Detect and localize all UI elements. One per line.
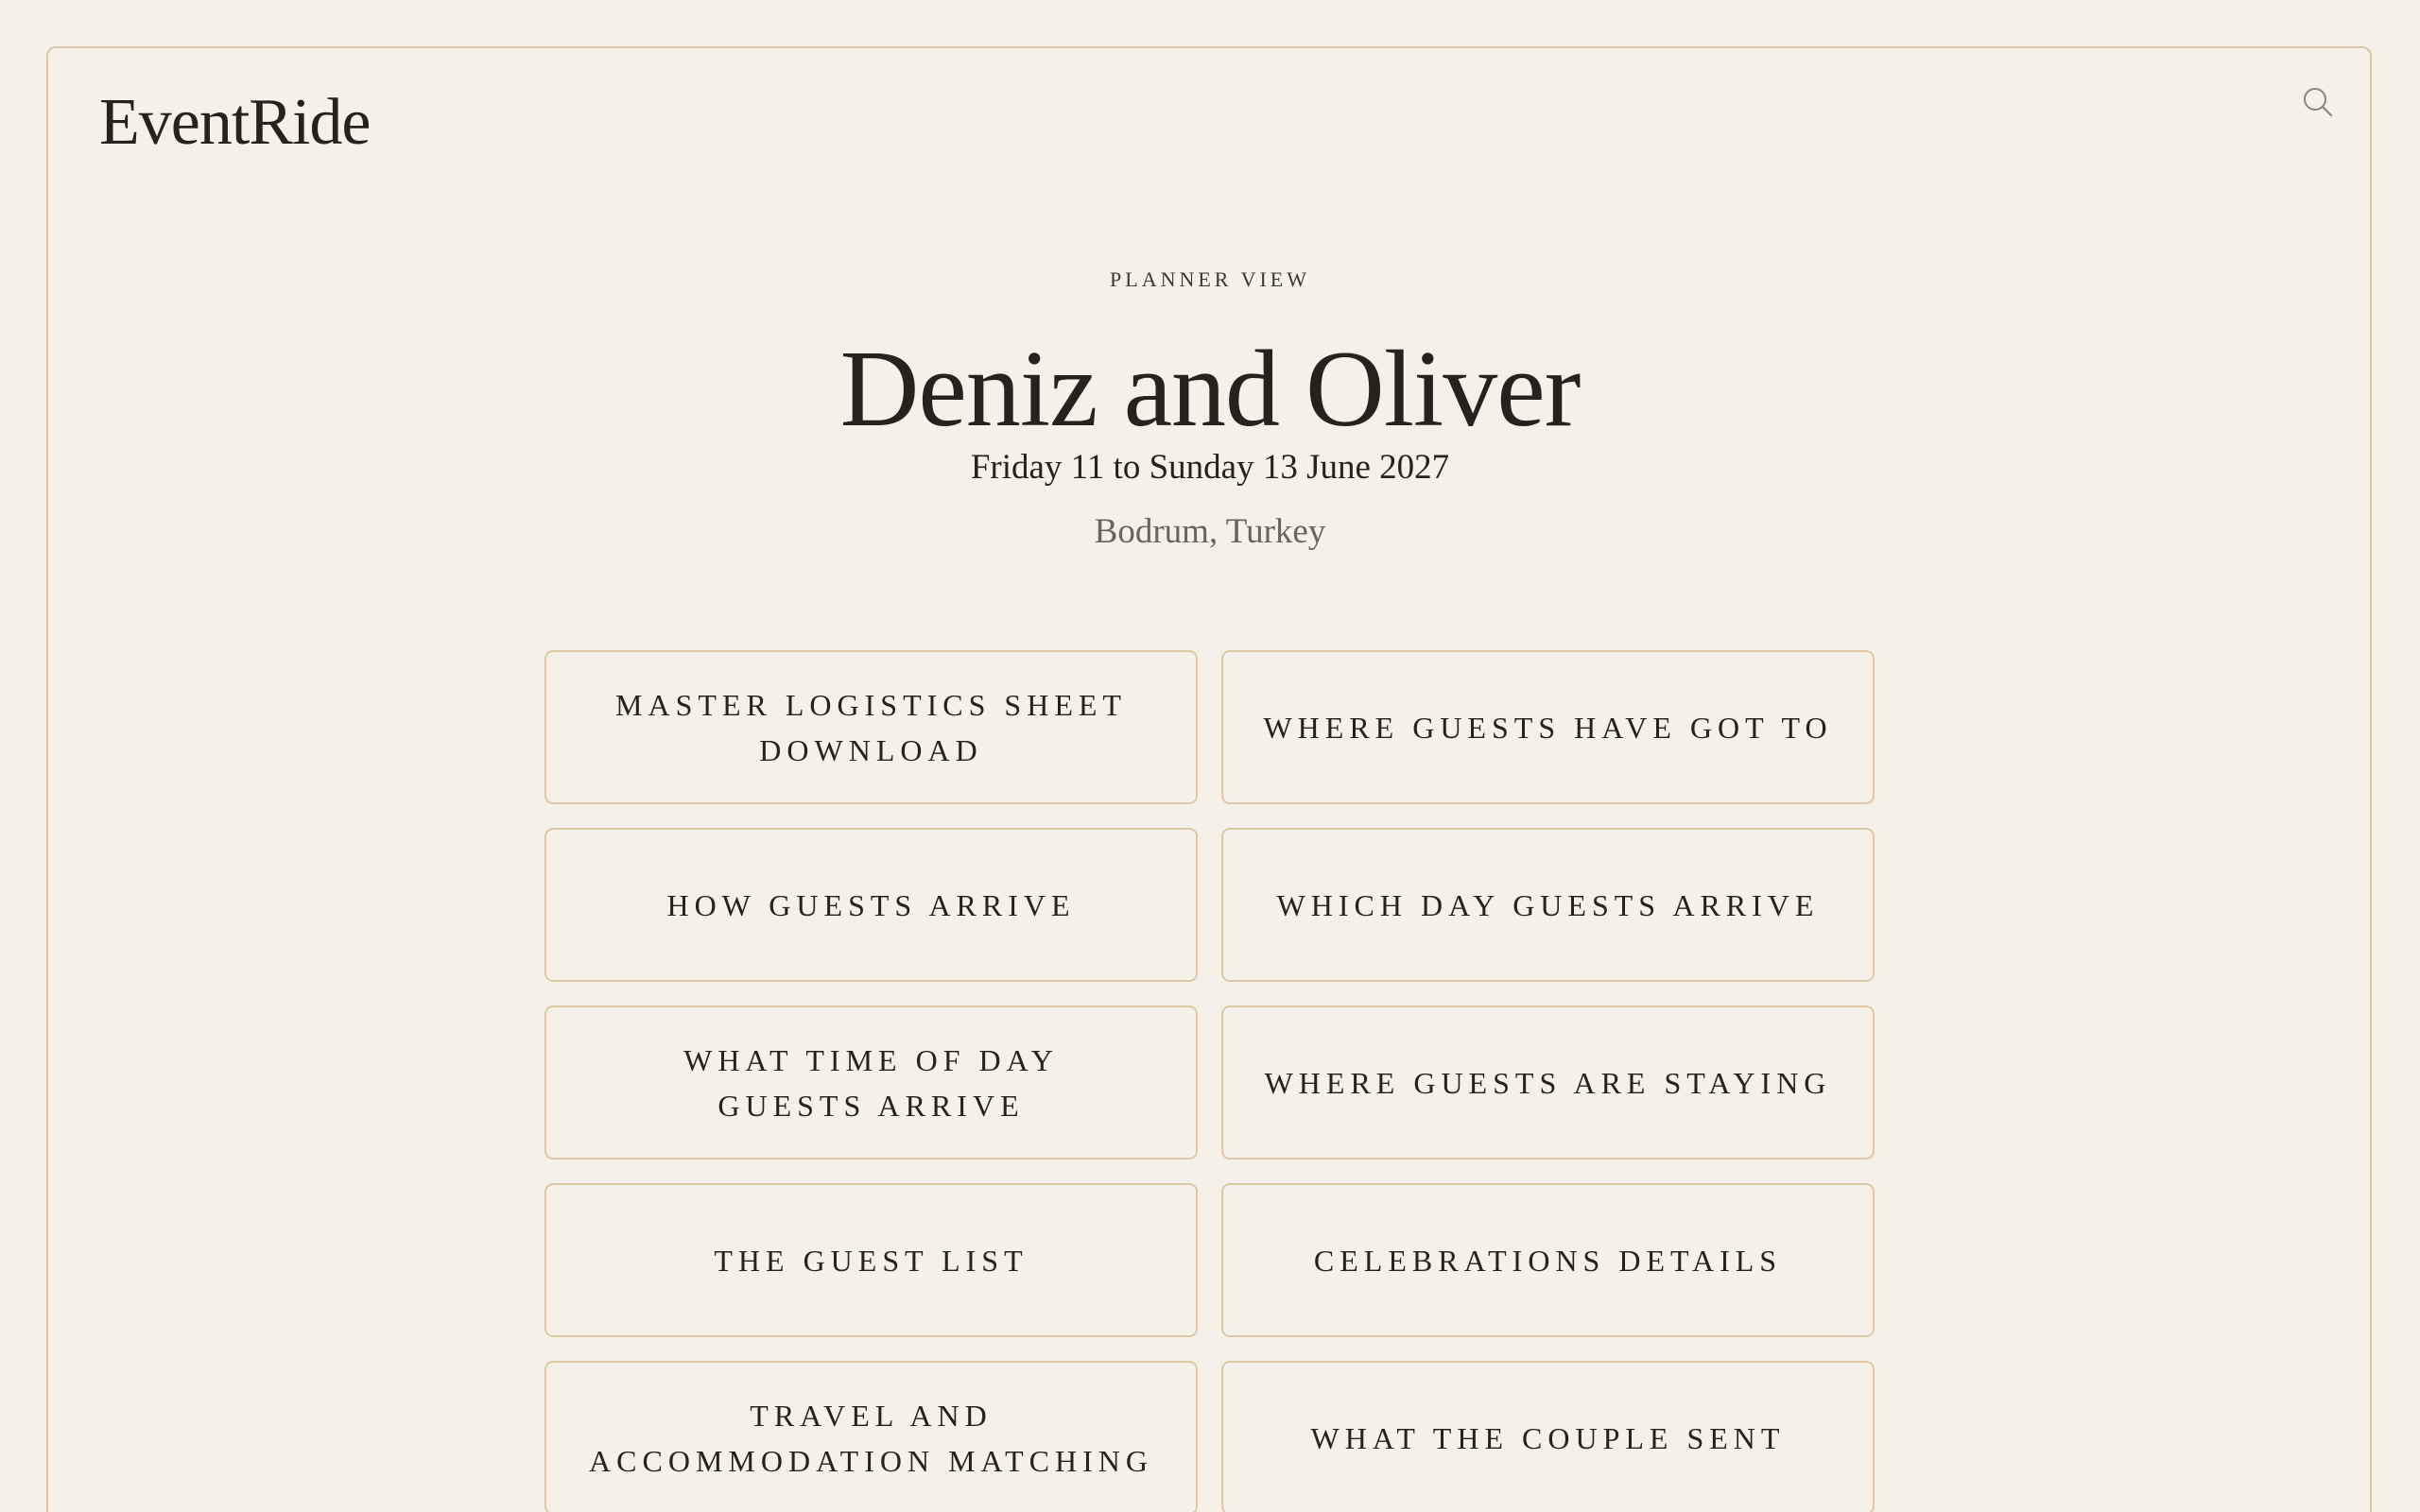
tile-label: CELEBRATIONS DETAILS: [1313, 1243, 1783, 1278]
tile-label: WHERE GUESTS ARE STAYING: [1264, 1065, 1832, 1100]
tile-label: WHAT TIME OF DAY GUESTS ARRIVE: [683, 1042, 1059, 1123]
tile-label: THE GUEST LIST: [714, 1243, 1028, 1278]
brand-logo[interactable]: EventRide: [99, 83, 371, 163]
view-label: PLANNER VIEW: [1110, 267, 1310, 291]
tile-label: WHAT THE COUPLE SENT: [1310, 1420, 1786, 1455]
search-button[interactable]: [2299, 83, 2337, 121]
tile-label: WHICH DAY GUESTS ARRIVE: [1276, 887, 1820, 922]
tile-which-day-guests-arrive[interactable]: WHICH DAY GUESTS ARRIVE: [1221, 828, 1875, 982]
tile-where-guests-are-staying[interactable]: WHERE GUESTS ARE STAYING: [1221, 1005, 1875, 1160]
event-location: Bodrum, Turkey: [1094, 512, 1326, 551]
tile-what-time-guests-arrive[interactable]: WHAT TIME OF DAY GUESTS ARRIVE: [544, 1005, 1198, 1160]
tile-label: WHERE GUESTS HAVE GOT TO: [1263, 710, 1833, 745]
tile-label: MASTER LOGISTICS SHEET DOWNLOAD: [615, 687, 1127, 767]
tile-travel-accommodation-matching[interactable]: TRAVEL AND ACCOMMODATION MATCHING: [544, 1361, 1198, 1512]
tile-what-the-couple-sent[interactable]: WHAT THE COUPLE SENT: [1221, 1361, 1875, 1512]
tile-guest-list[interactable]: THE GUEST LIST: [544, 1183, 1198, 1337]
tile-label: TRAVEL AND ACCOMMODATION MATCHING: [589, 1398, 1153, 1478]
page-title: Deniz and Oliver: [839, 329, 1582, 450]
tile-where-guests-have-got-to[interactable]: WHERE GUESTS HAVE GOT TO: [1221, 650, 1875, 804]
event-dates: Friday 11 to Sunday 13 June 2027: [970, 448, 1450, 487]
planner-tiles-grid: MASTER LOGISTICS SHEET DOWNLOAD WHERE GU…: [544, 650, 1876, 1512]
tile-master-logistics-sheet[interactable]: MASTER LOGISTICS SHEET DOWNLOAD: [544, 650, 1198, 804]
tile-how-guests-arrive[interactable]: HOW GUESTS ARRIVE: [544, 828, 1198, 982]
tile-celebrations-details[interactable]: CELEBRATIONS DETAILS: [1221, 1183, 1875, 1337]
tile-label: HOW GUESTS ARRIVE: [666, 887, 1076, 922]
search-icon: [2304, 88, 2332, 116]
